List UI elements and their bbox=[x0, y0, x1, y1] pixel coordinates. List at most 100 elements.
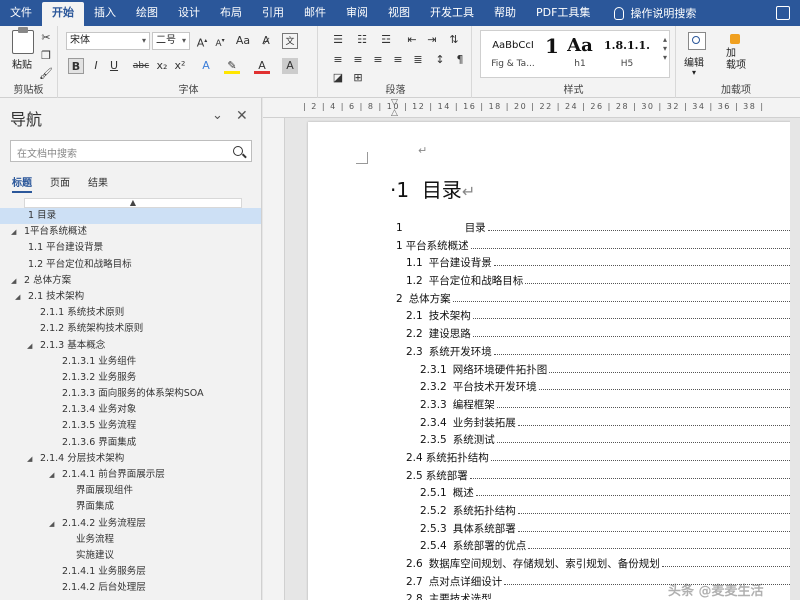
text-effects-icon[interactable]: A bbox=[198, 58, 214, 74]
show-marks-icon[interactable]: ¶ bbox=[452, 52, 468, 68]
nav-heading-item[interactable]: 2.1.4.1 业务服务层 bbox=[0, 564, 261, 580]
expand-triangle-icon[interactable]: ◢ bbox=[49, 516, 54, 532]
vertical-scrollbar[interactable] bbox=[790, 118, 800, 600]
menu-tab[interactable]: 开发工具 bbox=[420, 0, 484, 26]
align-left-icon[interactable]: ≡ bbox=[330, 52, 346, 68]
tab-results[interactable]: 结果 bbox=[88, 174, 108, 189]
toc-entry[interactable]: 2.5.1 概述 bbox=[396, 485, 800, 503]
nav-heading-item[interactable]: ◢ 2.1.4.1 前台界面展示层 bbox=[0, 467, 261, 483]
vertical-ruler[interactable] bbox=[263, 118, 285, 600]
nav-heading-item[interactable]: 2.1.2 系统架构技术原则 bbox=[0, 321, 261, 337]
toc-entry[interactable]: 2 总体方案 bbox=[396, 291, 800, 309]
copy-icon[interactable]: ❐ bbox=[38, 48, 54, 64]
nav-heading-item[interactable]: 业务流程 bbox=[0, 532, 261, 548]
nav-heading-item[interactable]: 2.1.3.5 业务流程 bbox=[0, 418, 261, 434]
menu-tab[interactable]: 绘图 bbox=[126, 0, 168, 26]
toc-entry[interactable]: 2.3.3 编程框架 bbox=[396, 397, 800, 415]
first-line-indent-marker[interactable]: ▽ bbox=[391, 98, 398, 108]
nav-heading-item[interactable]: 2.1.4.2 后台处理层 bbox=[0, 580, 261, 596]
share-icon[interactable] bbox=[776, 6, 790, 20]
editing-dropdown-icon[interactable]: ▾ bbox=[692, 68, 696, 77]
align-center-icon[interactable]: ≡ bbox=[350, 52, 366, 68]
nav-heading-item[interactable]: 2.1.1 系统技术原则 bbox=[0, 305, 261, 321]
toc-entry[interactable]: 1 目录 bbox=[396, 220, 800, 238]
nav-heading-item[interactable]: 界面集成 bbox=[0, 499, 261, 515]
toc-entry[interactable]: 2.4 系统拓扑结构 bbox=[396, 450, 800, 468]
nav-heading-item[interactable]: 2.1.3.3 面向服务的体系架构SOA bbox=[0, 386, 261, 402]
nav-heading-item[interactable]: 实施建议 bbox=[0, 548, 261, 564]
tell-me-box[interactable]: 操作说明搜索 bbox=[600, 5, 696, 21]
toc-entry[interactable]: 2.6 数据库空间规划、存储规划、索引规划、备份规划 bbox=[396, 556, 800, 574]
editing-button[interactable]: 编辑 bbox=[684, 54, 704, 69]
clear-format-icon[interactable]: A̷ bbox=[258, 33, 274, 49]
tab-headings[interactable]: 标题 bbox=[12, 174, 32, 193]
subscript-button[interactable]: x₂ bbox=[154, 58, 170, 74]
nav-heading-item[interactable]: 2.1.3.1 业务组件 bbox=[0, 354, 261, 370]
numbering-icon[interactable]: ☷ bbox=[354, 32, 370, 48]
highlight-icon[interactable]: ✎ bbox=[224, 58, 240, 74]
line-spacing-icon[interactable]: ↕ bbox=[432, 52, 448, 68]
font-color-button[interactable]: A bbox=[254, 58, 270, 74]
menu-tab[interactable]: PDF工具集 bbox=[526, 0, 600, 26]
nav-heading-item[interactable]: ◢ 2 总体方案 bbox=[0, 273, 261, 289]
toc-entry[interactable]: 2.2 建设思路 bbox=[396, 326, 800, 344]
document-page[interactable]: ↵ ·1 目录↵ 1 目录 1 平台系统概述 1.1 平台建设背景 1.2 平台定位和战略目标… bbox=[308, 122, 800, 600]
menu-tab[interactable]: 设计 bbox=[168, 0, 210, 26]
paste-icon[interactable] bbox=[12, 27, 34, 54]
toc-entry[interactable]: 1.2 平台定位和战略目标 bbox=[396, 273, 800, 291]
addins-icon[interactable] bbox=[730, 34, 740, 44]
shrink-font-button[interactable]: A▾ bbox=[212, 33, 228, 49]
format-painter-icon[interactable]: 🖌 bbox=[38, 66, 54, 82]
nav-heading-item[interactable]: ◢ 1平台系统概述 bbox=[0, 224, 261, 240]
decrease-indent-icon[interactable]: ⇤ bbox=[404, 32, 420, 48]
nav-heading-item[interactable]: 1 目录 bbox=[0, 208, 261, 225]
align-right-icon[interactable]: ≡ bbox=[370, 52, 386, 68]
toc-entry[interactable]: 1.1 平台建设背景 bbox=[396, 255, 800, 273]
expand-triangle-icon[interactable]: ◢ bbox=[15, 289, 20, 305]
hanging-indent-marker[interactable]: △ bbox=[391, 108, 398, 118]
nav-heading-item[interactable]: 1.2 平台定位和战略目标 bbox=[0, 257, 261, 273]
toc-entry[interactable]: 2.5 系统部署 bbox=[396, 468, 800, 486]
nav-heading-item[interactable]: 2.1.3.6 界面集成 bbox=[0, 435, 261, 451]
nav-search-input[interactable]: 在文档中搜索 bbox=[10, 140, 252, 162]
font-name-field[interactable]: 宋体 ▾ bbox=[66, 32, 150, 50]
toc-entry[interactable]: 2.3 系统开发环境 bbox=[396, 344, 800, 362]
tab-pages[interactable]: 页面 bbox=[50, 174, 70, 189]
expand-triangle-icon[interactable]: ◢ bbox=[11, 224, 16, 240]
expand-triangle-icon[interactable]: ◢ bbox=[11, 273, 16, 289]
paste-button[interactable]: 粘贴 bbox=[12, 56, 32, 71]
sort-icon[interactable]: ⇅ bbox=[446, 32, 462, 48]
menu-tab[interactable]: 文件 bbox=[0, 0, 42, 26]
expand-triangle-icon[interactable]: ◢ bbox=[27, 451, 32, 467]
justify-icon[interactable]: ≡ bbox=[390, 52, 406, 68]
bullets-icon[interactable]: ☰ bbox=[330, 32, 346, 48]
bold-button[interactable]: B bbox=[68, 58, 84, 74]
toc-entry[interactable]: 2.1 技术架构 bbox=[396, 308, 800, 326]
toc-entry[interactable]: 2.3.2 平台技术开发环境 bbox=[396, 379, 800, 397]
search-icon[interactable] bbox=[233, 146, 243, 156]
toc-entry[interactable]: 2.3.1 网络环境硬件拓扑图 bbox=[396, 362, 800, 380]
toc-entry[interactable]: 2.3.4 业务封装拓展 bbox=[396, 415, 800, 433]
horizontal-ruler[interactable]: | 2 | 4 | 6 | 8 | 10 | 12 | 14 | 16 | 18… bbox=[263, 98, 800, 118]
menu-tab[interactable]: 布局 bbox=[210, 0, 252, 26]
phonetic-guide-icon[interactable]: 文 bbox=[282, 33, 298, 49]
find-icon[interactable] bbox=[688, 32, 706, 50]
strikethrough-button[interactable]: abc bbox=[130, 58, 152, 74]
toc-heading[interactable]: ·1 目录↵ bbox=[390, 174, 475, 203]
multilevel-list-icon[interactable]: ☲ bbox=[378, 32, 394, 48]
toc-entry[interactable]: 1 平台系统概述 bbox=[396, 238, 800, 256]
nav-heading-item[interactable]: ◢ 2.1 技术架构 bbox=[0, 289, 261, 305]
nav-heading-item[interactable]: ◢ 2.1.3 基本概念 bbox=[0, 338, 261, 354]
nav-options-chevron-icon[interactable]: ⌄ bbox=[212, 108, 223, 123]
superscript-button[interactable]: x² bbox=[172, 58, 188, 74]
expand-triangle-icon[interactable]: ◢ bbox=[27, 338, 32, 354]
collapse-all-button[interactable]: ▲ bbox=[24, 198, 242, 208]
menu-tab[interactable]: 审阅 bbox=[336, 0, 378, 26]
nav-close-icon[interactable]: ✕ bbox=[236, 108, 248, 124]
increase-indent-icon[interactable]: ⇥ bbox=[424, 32, 440, 48]
nav-heading-item[interactable]: 1.1 平台建设背景 bbox=[0, 240, 261, 256]
menu-tab[interactable]: 插入 bbox=[84, 0, 126, 26]
nav-heading-item[interactable]: 2.1.3.4 业务对象 bbox=[0, 402, 261, 418]
menu-tab[interactable]: 开始 bbox=[42, 2, 84, 26]
toc-entry[interactable]: 2.5.3 具体系统部署 bbox=[396, 521, 800, 539]
